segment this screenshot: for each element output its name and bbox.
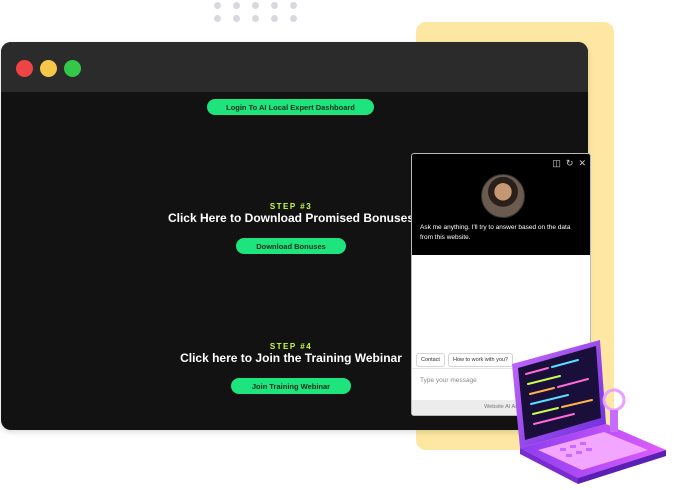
laptop-illustration [512,340,666,484]
chip-work-with-you[interactable]: How to work with you? [447,353,513,367]
close-icon[interactable]: ✕ [578,159,586,168]
chat-header: ◫ ↻ ✕ Ask me anything. I'll try to answe… [412,154,590,255]
decorative-dots [214,0,304,22]
chip-contact[interactable]: Contact [416,353,445,367]
chat-controls: ◫ ↻ ✕ [552,159,586,168]
minimize-dot-icon[interactable] [40,60,57,77]
join-webinar-button[interactable]: Join Training Webinar [231,378,351,394]
expand-icon[interactable]: ◫ [552,159,561,168]
browser-titlebar [1,42,588,92]
maximize-dot-icon[interactable] [64,60,81,77]
refresh-icon[interactable]: ↻ [566,159,574,168]
download-bonuses-button[interactable]: Download Bonuses [236,238,346,254]
suggestion-chips: Contact How to work with you? [416,353,513,367]
chat-welcome-message: Ask me anything. I'll try to answer base… [420,224,571,241]
chat-input-placeholder: Type your message [420,377,477,384]
dashboard-login-button[interactable]: Login To AI Local Expert Dashboard [207,99,374,115]
assistant-avatar [481,174,525,218]
close-dot-icon[interactable] [16,60,33,77]
